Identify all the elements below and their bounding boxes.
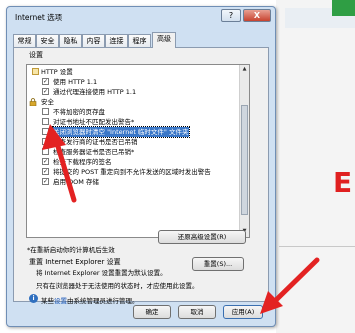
list-item-label: 检查发行商的证书是否已吊销: [53, 138, 138, 146]
close-button[interactable]: X: [243, 9, 271, 22]
checkbox[interactable]: [42, 158, 49, 165]
settings-heading: 设置: [29, 51, 43, 59]
scroll-up-icon[interactable]: ▲: [241, 66, 248, 73]
tab-advanced[interactable]: 高级: [152, 32, 176, 48]
reset-button[interactable]: 重置(S)...: [192, 257, 244, 271]
list-item-label: 使用 HTTP 1.1: [53, 78, 98, 86]
settings-list[interactable]: HTTP 设置 使用 HTTP 1.1 通过代理连接使用 HTTP 1.1 安全…: [26, 64, 250, 238]
list-item-label: 通过代理连接使用 HTTP 1.1: [53, 88, 137, 96]
list-item-label: 不将加密的页存盘: [53, 108, 105, 116]
list-item-label: HTTP 设置: [41, 68, 73, 76]
checkbox[interactable]: [42, 148, 49, 155]
tab-connections[interactable]: 连接: [105, 34, 128, 47]
checkbox[interactable]: [42, 108, 49, 115]
list-item-label: 检查服务器证书是否已吊销*: [53, 148, 135, 156]
scroll-thumb[interactable]: [241, 105, 248, 215]
tab-content[interactable]: 内容: [82, 34, 105, 47]
apply-button[interactable]: 应用(A): [223, 305, 263, 319]
background-letter: E: [333, 166, 353, 199]
managed-notice-prefix: 某些: [41, 297, 54, 305]
list-item-label: 启用 DOM 存储: [53, 178, 99, 186]
tab-programs[interactable]: 程序: [128, 34, 151, 47]
reset-note: 只有在浏览器处于无法使用的状态时，才应使用此设置。: [36, 282, 199, 290]
list-item-label: 对证书地址不匹配发出警告*: [53, 118, 135, 126]
checkbox[interactable]: [42, 178, 49, 185]
info-icon: i: [29, 294, 38, 303]
managed-notice: 某些设置由系统管理员进行管理。: [41, 295, 139, 305]
tab-privacy[interactable]: 隐私: [59, 34, 82, 47]
cancel-button[interactable]: 取消: [178, 305, 216, 319]
restore-advanced-button[interactable]: 还原高级设置(R): [158, 230, 246, 244]
checkbox[interactable]: [42, 118, 49, 125]
folder-icon: [32, 68, 39, 75]
list-item-label: 将提交的 POST 重定向到不允许发送的区域时发出警告: [53, 168, 211, 176]
lock-icon: [29, 98, 37, 106]
managed-notice-suffix: 由系统管理员进行管理。: [67, 297, 139, 305]
checkbox[interactable]: [42, 168, 49, 175]
reset-heading: 重置 Internet Explorer 设置: [29, 258, 121, 266]
checkbox[interactable]: [42, 128, 49, 135]
tab-general[interactable]: 常规: [13, 34, 36, 47]
reset-description: 将 Internet Explorer 设置重置为默认设置。: [36, 269, 167, 277]
list-item-label: 关闭浏览器时清空 "Internet 临时文件" 文件夹: [52, 126, 190, 138]
help-button[interactable]: ?: [221, 9, 241, 22]
checkbox[interactable]: [42, 78, 49, 85]
checkbox[interactable]: [42, 88, 49, 95]
ok-button[interactable]: 确定: [133, 305, 171, 319]
managed-settings-link[interactable]: 设置: [54, 297, 67, 305]
list-item-label: 检查下载程序的签名: [53, 158, 112, 166]
tab-security[interactable]: 安全: [36, 34, 59, 47]
vertical-scrollbar[interactable]: ▲ ▼: [239, 65, 249, 237]
list-item-label: 安全: [41, 98, 54, 106]
background-green-block: [332, 0, 355, 16]
background-divider: [279, 246, 355, 247]
checkbox[interactable]: [42, 138, 49, 145]
window-title: Internet 选项: [15, 13, 63, 22]
restart-note: *在重新启动你的计算机后生效: [27, 246, 115, 254]
title-bar[interactable]: Internet 选项 ? X: [7, 7, 275, 26]
